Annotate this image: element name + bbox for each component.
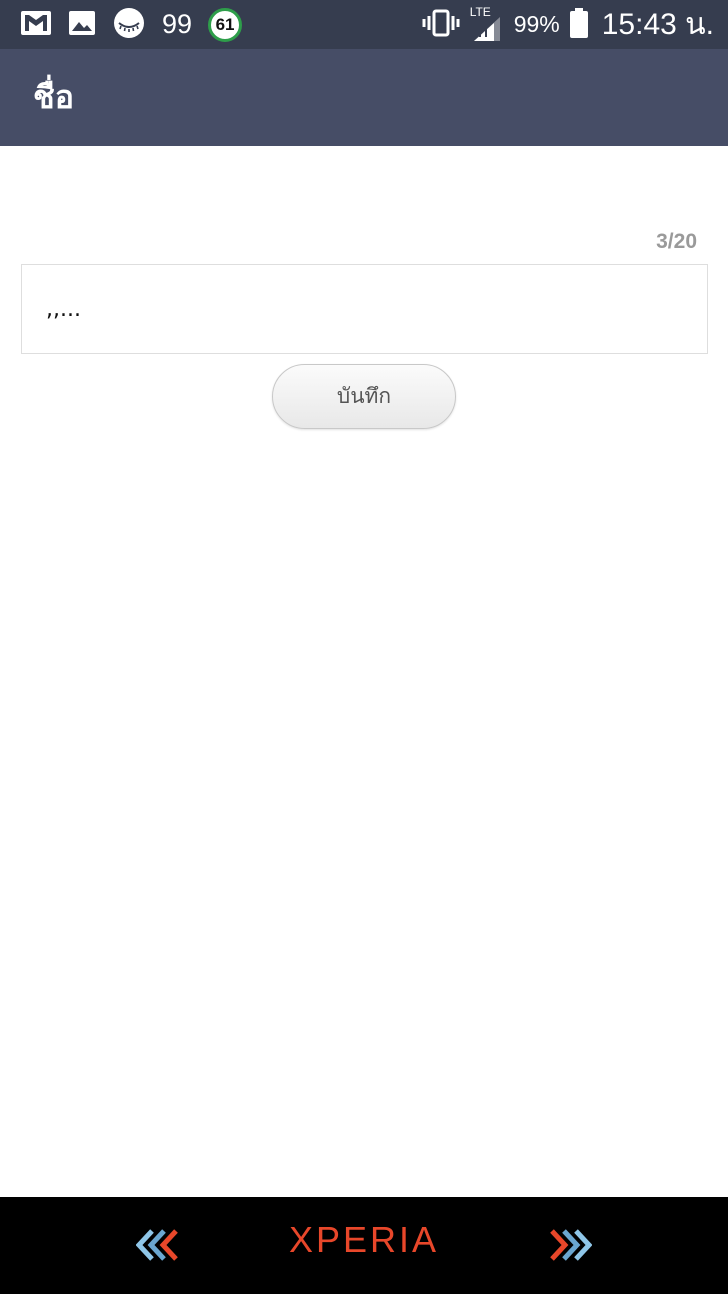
page-title: ชื่อ — [33, 78, 74, 116]
chevron-right-icon[interactable] — [546, 1227, 593, 1267]
badge-counter: 61 — [208, 7, 243, 42]
battery-icon — [569, 7, 588, 42]
brand-logo: XPERIA — [288, 1219, 440, 1260]
app-bar: ชื่อ — [0, 49, 728, 146]
navigation-bar: XPERIA — [0, 1197, 728, 1294]
signal-indicator: LTE — [470, 5, 504, 43]
save-button[interactable]: บันทึก — [272, 364, 456, 429]
name-input[interactable] — [21, 264, 708, 354]
sleep-face-icon — [112, 6, 146, 44]
status-bar-system: LTE 99% 15:43 น. — [412, 1, 714, 48]
clock: 15:43 น. — [601, 8, 714, 41]
character-counter: 3/20 — [656, 230, 697, 253]
status-bar: 99 61 LTE 99% 15:43 น. — [0, 0, 728, 49]
gmail-icon — [20, 10, 52, 40]
notification-count: 99 — [162, 9, 193, 39]
battery-percent: 99% — [513, 11, 560, 37]
signal-icon — [473, 16, 500, 41]
gallery-icon — [68, 10, 96, 40]
status-bar-notifications: 99 61 — [20, 6, 258, 44]
vibrate-icon — [422, 8, 460, 42]
